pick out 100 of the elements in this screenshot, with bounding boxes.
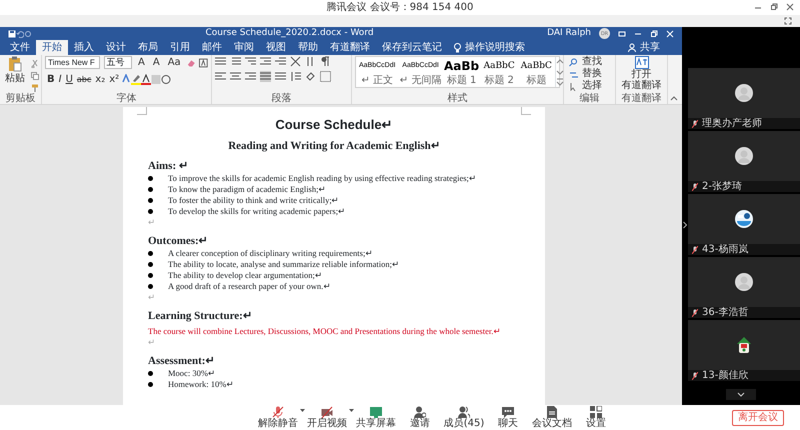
group-label: 段落: [270, 93, 292, 104]
ribbon-tab[interactable]: 保存到云笔记: [376, 40, 448, 55]
bullet-text: A good draft of a research paper of your own.↵: [167, 281, 332, 292]
font-button[interactable]: U: [64, 73, 75, 86]
bullet-icon: [148, 176, 153, 180]
scissors-icon[interactable]: [31, 60, 39, 68]
ribbon-tab[interactable]: 文件: [4, 40, 36, 55]
gallery-more-icon[interactable]: [556, 77, 564, 87]
font-size-field[interactable]: 五号: [104, 56, 132, 69]
document-title: Course Schedule_2020.2.docx - Word: [205, 28, 374, 39]
toolbar-button[interactable]: 成员(45): [442, 406, 486, 429]
paragraph-mark: ↵: [148, 217, 156, 227]
decrease-indent-icon[interactable]: [260, 56, 271, 67]
font-button[interactable]: abc: [74, 73, 94, 86]
bullet-text: To improve the skills for academic English reading by using effective reading strategies;↵: [167, 173, 477, 184]
bullet-text: The ability to develop clear argumentation;↵: [167, 270, 323, 281]
highlighter-icon[interactable]: [131, 74, 142, 85]
ribbon-tab[interactable]: 插入: [68, 40, 100, 55]
undo-icon[interactable]: [16, 30, 24, 38]
font-button[interactable]: I: [56, 73, 64, 86]
ribbon-tab[interactable]: 帮助: [292, 40, 324, 55]
font-button[interactable]: x²: [107, 73, 122, 86]
bullet-text: Homework: 10%↵: [167, 379, 234, 390]
group-label: 有道翻译: [620, 93, 662, 104]
font-name-field[interactable]: Times New F: [45, 56, 100, 69]
chat-icon: [502, 406, 514, 418]
text-box-icon[interactable]: [199, 58, 208, 68]
ribbon-tab[interactable]: 邮件: [196, 40, 228, 55]
user-name: DAI Ralph: [547, 28, 591, 39]
toolbar-button[interactable]: 会议文档: [530, 406, 574, 429]
align-left-icon[interactable]: [215, 71, 226, 82]
font-button[interactable]: A: [150, 56, 162, 69]
ribbon-tab[interactable]: 设计: [100, 40, 132, 55]
ribbon-tab[interactable]: 视图: [260, 40, 292, 55]
line-spacing-icon[interactable]: [290, 71, 301, 82]
justify-icon[interactable]: [260, 71, 271, 82]
toolbar-button[interactable]: 开启视频: [305, 406, 349, 429]
font-button[interactable]: B: [45, 73, 57, 86]
muted-mic-icon: [692, 308, 698, 316]
borders-icon[interactable]: [320, 71, 331, 82]
align-right-icon[interactable]: [245, 71, 256, 82]
scroll-down-button[interactable]: [726, 389, 756, 400]
toolbar-button[interactable]: 邀请: [398, 406, 442, 429]
section-heading: Outcomes:↵: [148, 234, 209, 248]
replace-icon: [569, 70, 578, 78]
muted-mic-icon: [692, 246, 698, 254]
document-subtitle: Reading and Writing for Academic English↵: [227, 139, 441, 153]
caret-icon[interactable]: [300, 409, 305, 413]
bullet-list-icon[interactable]: [215, 56, 226, 67]
distributed-icon[interactable]: [275, 71, 286, 82]
toolbar-button[interactable]: 聊天: [486, 406, 530, 429]
editing-button[interactable]: 选择: [567, 80, 612, 92]
translate-button[interactable]: 打开 有道翻译: [619, 56, 664, 91]
ribbon-display-icon[interactable]: [618, 30, 626, 38]
ribbon-tab[interactable]: 引用: [164, 40, 196, 55]
participant-name: 43-杨雨岚: [702, 244, 748, 255]
microphone-icon: [272, 406, 284, 418]
pilcrow-icon[interactable]: [320, 56, 331, 67]
align-center-icon[interactable]: [230, 71, 241, 82]
restore-icon[interactable]: [650, 30, 658, 38]
numbered-list-icon[interactable]: [230, 56, 241, 67]
bullet-text: A clearer conception of disciplinary writing requirements;↵: [167, 248, 374, 259]
cursor-icon: [569, 82, 578, 90]
ribbon-tab[interactable]: 布局: [132, 40, 164, 55]
paste-button[interactable]: 粘贴: [3, 56, 27, 92]
toolbar-button[interactable]: 解除静音: [256, 406, 300, 429]
increase-indent-icon[interactable]: [275, 56, 286, 67]
people-icon: [458, 406, 470, 418]
ribbon-tab[interactable]: 审阅: [228, 40, 260, 55]
editing-button[interactable]: 替换: [567, 68, 612, 80]
bullet-text: The ability to locate, analyse and summarize reliable information;↵: [167, 259, 400, 270]
font-color-icon[interactable]: [141, 74, 152, 85]
save-icon[interactable]: [8, 30, 16, 38]
copy-icon[interactable]: [31, 72, 39, 80]
multilevel-list-icon[interactable]: [245, 56, 256, 67]
font-button[interactable]: x₂: [93, 73, 108, 86]
toolbar-button[interactable]: 设置: [574, 406, 618, 429]
collapse-ribbon-icon[interactable]: [670, 95, 678, 101]
muted-mic-icon: [692, 182, 698, 190]
bullet-icon: [148, 272, 153, 278]
avatar-icon: [735, 147, 753, 165]
close-icon[interactable]: [786, 3, 794, 11]
search-box[interactable]: 操作说明搜索: [448, 40, 531, 55]
font-button[interactable]: Aa: [166, 56, 183, 69]
toolbar-button[interactable]: 共享屏幕: [354, 406, 398, 429]
bullet-icon: [148, 250, 153, 256]
caret-icon[interactable]: [349, 409, 354, 413]
ribbon-tab[interactable]: 开始: [36, 40, 68, 55]
restore-icon[interactable]: [770, 3, 778, 11]
section-heading: Assessment:↵: [148, 354, 216, 368]
fullscreen-icon[interactable]: [784, 17, 792, 25]
leave-meeting-button[interactable]: 离开会议: [732, 410, 784, 426]
enclose-icon[interactable]: [161, 74, 172, 85]
editing-button[interactable]: 查找: [567, 56, 612, 68]
font-button[interactable]: A: [136, 56, 147, 69]
paintbrush-icon[interactable]: [31, 84, 39, 92]
text-effects-icon[interactable]: [121, 74, 132, 85]
ribbon-tab[interactable]: 有道翻译: [324, 40, 376, 55]
share-button[interactable]: 共享: [622, 40, 666, 55]
section-heading: Learning Structure:↵: [148, 309, 253, 323]
